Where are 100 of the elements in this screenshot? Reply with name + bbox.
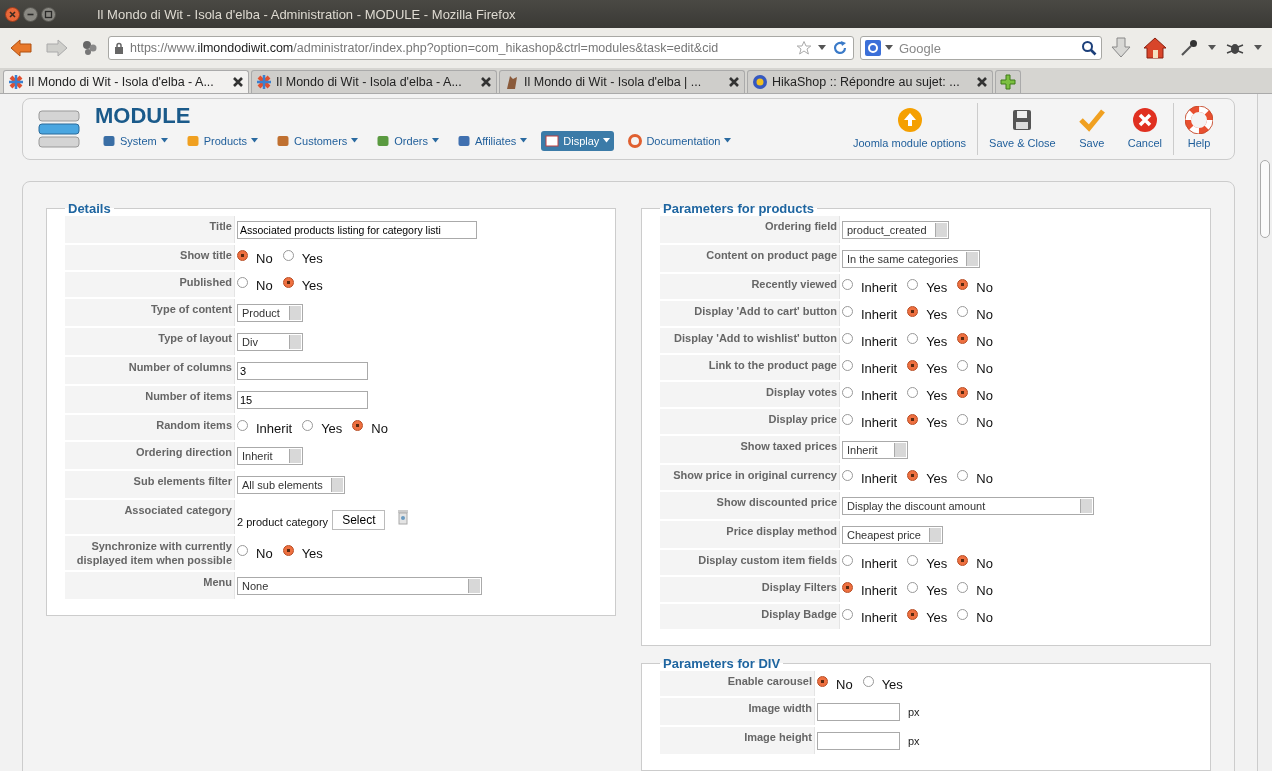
radio-option[interactable]: Yes [302,420,343,436]
radio-option[interactable]: Inherit [842,582,898,598]
radio-option[interactable]: Yes [907,609,948,625]
search-field[interactable]: Google [860,36,1102,60]
scrollbar-thumb[interactable] [1260,160,1270,238]
radio-option[interactable]: Yes [907,306,948,322]
trash-icon[interactable] [397,509,410,525]
radio-option[interactable]: Inherit [842,360,898,376]
caret-icon[interactable] [885,45,893,51]
radio-option[interactable]: No [352,420,388,436]
dropdown[interactable]: None [237,577,482,595]
radio-option[interactable]: No [237,546,273,561]
menu-item[interactable]: Orders [372,130,443,151]
radio-option[interactable]: Yes [907,555,948,571]
radio-option[interactable]: No [237,277,273,293]
radio-option[interactable]: Inherit [842,555,898,571]
radio-option[interactable]: Yes [907,387,948,403]
text-field[interactable]: 3 [237,362,368,380]
radio-option[interactable]: Yes [282,250,323,266]
search-icon[interactable] [1081,40,1097,56]
radio-option[interactable]: Yes [907,360,948,376]
star-icon[interactable] [796,40,812,56]
caret-icon[interactable] [1208,45,1216,51]
radio-option[interactable]: No [817,676,853,692]
close-icon[interactable] [976,76,988,88]
radio-option[interactable]: Yes [907,333,948,349]
radio-option[interactable]: Yes [907,582,948,598]
radio-option[interactable]: No [957,387,993,403]
minimize-icon[interactable] [23,6,38,22]
radio-option[interactable]: Inherit [842,279,898,295]
back-icon[interactable] [9,38,33,58]
radio-option[interactable]: Inherit [237,420,293,436]
toolbar-button[interactable]: Joomla module options [841,103,978,155]
radio-option[interactable]: No [957,582,993,598]
radio-option[interactable]: No [957,360,993,376]
radio-option[interactable]: No [957,609,993,625]
radio-option[interactable]: Yes [907,470,948,486]
text-field[interactable] [817,732,900,750]
radio-option[interactable]: No [957,306,993,322]
dropdown[interactable]: Product [237,304,303,322]
maximize-icon[interactable] [41,6,56,22]
dropdown[interactable]: Inherit [237,447,303,465]
page-title: MODULE [95,103,192,128]
field-label: Recently viewed [660,274,840,299]
dropdown[interactable]: Div [237,333,303,351]
radio-option[interactable]: Yes [907,414,948,430]
radio-option[interactable]: No [957,414,993,430]
radio-option[interactable]: Yes [282,277,323,293]
menu-item[interactable]: Documentation [624,130,736,151]
address-field[interactable]: https://www.ilmondodiwit.com/administrator/index.php?option=com_hikashop&ctrl=modules&task=edit&cid [108,36,854,60]
close-icon[interactable] [728,76,740,88]
reload-icon[interactable] [832,40,848,56]
field-label: Sub elements filter [65,471,235,498]
radio-option[interactable]: Inherit [842,470,898,486]
radio-option[interactable]: Yes [282,546,323,561]
field-label: Show price in original currency [660,465,840,490]
radio-option[interactable]: Inherit [842,333,898,349]
radio-option[interactable]: Yes [907,279,948,295]
dropdown[interactable]: product_created [842,221,949,239]
dropdown[interactable]: Cheapest price [842,526,943,544]
select-button[interactable]: Select [332,510,386,530]
menu-item[interactable]: Affiliates [452,130,532,151]
menu-item[interactable]: System [98,130,172,151]
toolbar-button[interactable]: Save [1066,103,1117,155]
dropdown[interactable]: In the same categories [842,250,981,268]
search-engine-icon[interactable] [865,40,881,56]
home-icon[interactable] [1143,37,1167,59]
browser-tab[interactable]: Il Mondo di Wit - Isola d'elba - A... [251,70,497,93]
close-icon[interactable] [232,76,244,88]
text-field[interactable] [817,703,900,721]
radio-option[interactable]: No [957,470,993,486]
dropdown[interactable]: All sub elements [237,476,345,494]
browser-tab[interactable]: HikaShop :: Répondre au sujet: ... [747,70,993,93]
radio-option[interactable]: Inherit [842,414,898,430]
browser-tab[interactable]: Il Mondo di Wit - Isola d'elba - A... [3,70,249,93]
radio-option[interactable]: Inherit [842,609,898,625]
dropdown[interactable]: Inherit [842,441,908,459]
caret-icon[interactable] [1254,45,1262,51]
toolbar-button[interactable]: Save & Close [978,103,1067,155]
dropdown[interactable]: Display the discount amount [842,497,1094,515]
close-icon[interactable] [480,76,492,88]
radio-option[interactable]: No [237,250,273,266]
scrollbar[interactable] [1257,94,1272,771]
radio-option[interactable]: Inherit [842,387,898,403]
text-field[interactable]: 15 [237,391,368,409]
caret-icon[interactable] [818,45,826,51]
menu-item[interactable]: Products [181,130,263,151]
radio-option[interactable]: No [957,279,993,295]
radio-option[interactable]: Inherit [842,306,898,322]
field-label: Display custom item fields [660,550,840,575]
toolbar-button[interactable]: Cancel [1116,103,1173,155]
toolbar-button[interactable]: Help [1174,103,1224,155]
radio-option[interactable]: No [957,555,993,571]
radio-option[interactable]: No [957,333,993,349]
radio-option[interactable]: Yes [862,676,903,692]
menu-item[interactable]: Customers [272,130,363,151]
eyedropper-icon[interactable] [1179,38,1199,58]
text-field[interactable]: Associated products listing for category listi [237,221,477,239]
menu-item[interactable]: Display [541,130,615,151]
browser-tab[interactable]: Il Mondo di Wit - Isola d'elba | ... [499,70,745,93]
